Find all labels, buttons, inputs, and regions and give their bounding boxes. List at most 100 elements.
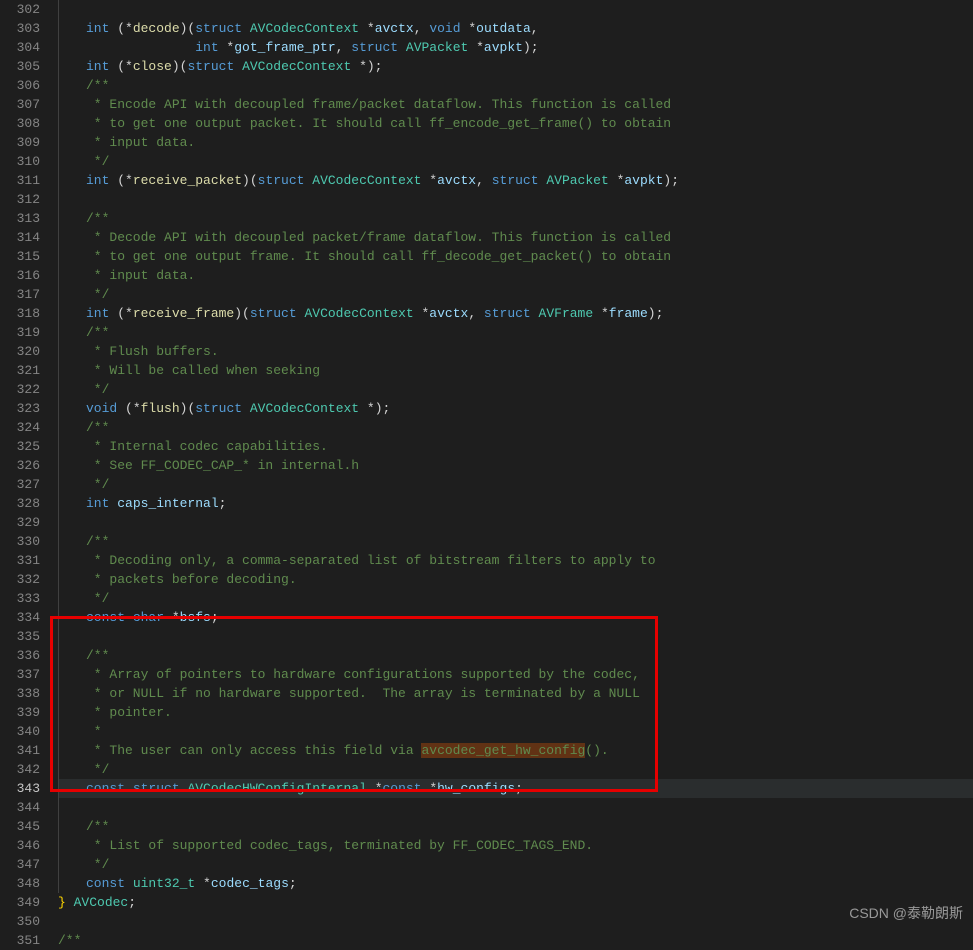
line-number: 304 [0, 38, 40, 57]
line-number: 311 [0, 171, 40, 190]
line-number: 329 [0, 513, 40, 532]
line-number: 327 [0, 475, 40, 494]
code-line[interactable]: * Decode API with decoupled packet/frame… [58, 228, 973, 247]
code-line[interactable]: * [58, 722, 973, 741]
line-number: 319 [0, 323, 40, 342]
code-line[interactable] [58, 798, 973, 817]
line-number: 321 [0, 361, 40, 380]
code-line[interactable]: * pointer. [58, 703, 973, 722]
line-number: 349 [0, 893, 40, 912]
code-line[interactable]: int (*decode)(struct AVCodecContext *avc… [58, 19, 973, 38]
code-line[interactable]: /** [58, 209, 973, 228]
code-line[interactable]: /** [58, 323, 973, 342]
code-line[interactable]: * or NULL if no hardware supported. The … [58, 684, 973, 703]
code-line[interactable]: int (*close)(struct AVCodecContext *); [58, 57, 973, 76]
line-number: 322 [0, 380, 40, 399]
line-number: 324 [0, 418, 40, 437]
code-area[interactable]: int (*decode)(struct AVCodecContext *avc… [58, 0, 973, 931]
line-number: 330 [0, 532, 40, 551]
code-line[interactable]: int *got_frame_ptr, struct AVPacket *avp… [58, 38, 973, 57]
line-number: 323 [0, 399, 40, 418]
code-line[interactable]: */ [58, 380, 973, 399]
code-line[interactable]: int (*receive_frame)(struct AVCodecConte… [58, 304, 973, 323]
line-number: 318 [0, 304, 40, 323]
line-number: 340 [0, 722, 40, 741]
code-line[interactable]: * The user can only access this field vi… [58, 741, 973, 760]
line-number: 320 [0, 342, 40, 361]
code-line[interactable]: */ [58, 855, 973, 874]
code-line[interactable] [58, 0, 973, 19]
code-line[interactable]: int (*receive_packet)(struct AVCodecCont… [58, 171, 973, 190]
line-number: 344 [0, 798, 40, 817]
code-line[interactable]: */ [58, 152, 973, 171]
code-line[interactable]: */ [58, 285, 973, 304]
line-number: 312 [0, 190, 40, 209]
line-number: 316 [0, 266, 40, 285]
code-line[interactable]: */ [58, 589, 973, 608]
code-line[interactable]: const struct AVCodecHWConfigInternal *co… [58, 779, 973, 798]
code-line[interactable]: * Flush buffers. [58, 342, 973, 361]
code-line[interactable]: * to get one output packet. It should ca… [58, 114, 973, 133]
code-line[interactable]: int caps_internal; [58, 494, 973, 513]
code-line[interactable]: */ [58, 475, 973, 494]
line-number: 310 [0, 152, 40, 171]
code-line[interactable]: /** [58, 76, 973, 95]
line-number: 309 [0, 133, 40, 152]
line-number: 351 [0, 931, 40, 950]
code-line[interactable] [58, 190, 973, 209]
line-number: 339 [0, 703, 40, 722]
code-line[interactable]: * Array of pointers to hardware configur… [58, 665, 973, 684]
code-line[interactable]: * List of supported codec_tags, terminat… [58, 836, 973, 855]
line-number: 314 [0, 228, 40, 247]
code-line[interactable]: * Internal codec capabilities. [58, 437, 973, 456]
line-number: 333 [0, 589, 40, 608]
line-number: 326 [0, 456, 40, 475]
line-number: 303 [0, 19, 40, 38]
line-number: 350 [0, 912, 40, 931]
code-line[interactable]: const char *bsfs; [58, 608, 973, 627]
code-line[interactable]: /** [58, 418, 973, 437]
line-number: 335 [0, 627, 40, 646]
code-line[interactable]: */ [58, 760, 973, 779]
line-number: 305 [0, 57, 40, 76]
line-number: 307 [0, 95, 40, 114]
code-line[interactable] [58, 627, 973, 646]
code-line[interactable]: } AVCodec; [58, 893, 973, 912]
line-number: 306 [0, 76, 40, 95]
code-line[interactable]: /** [58, 931, 973, 950]
code-line[interactable]: * to get one output frame. It should cal… [58, 247, 973, 266]
line-number: 317 [0, 285, 40, 304]
code-line[interactable]: * See FF_CODEC_CAP_* in internal.h [58, 456, 973, 475]
line-number: 336 [0, 646, 40, 665]
line-number: 308 [0, 114, 40, 133]
line-number: 325 [0, 437, 40, 456]
code-line[interactable]: * Decoding only, a comma-separated list … [58, 551, 973, 570]
line-number: 338 [0, 684, 40, 703]
code-line[interactable]: * input data. [58, 133, 973, 152]
line-number: 341 [0, 741, 40, 760]
line-number: 315 [0, 247, 40, 266]
code-line[interactable]: /** [58, 646, 973, 665]
code-editor[interactable]: 3023033043053063073083093103113123133143… [0, 0, 973, 931]
code-line[interactable]: /** [58, 532, 973, 551]
line-number: 332 [0, 570, 40, 589]
line-number: 302 [0, 0, 40, 19]
code-line[interactable]: * packets before decoding. [58, 570, 973, 589]
code-line[interactable]: * Encode API with decoupled frame/packet… [58, 95, 973, 114]
code-line[interactable]: * input data. [58, 266, 973, 285]
code-line[interactable]: void (*flush)(struct AVCodecContext *); [58, 399, 973, 418]
code-line[interactable]: /** [58, 817, 973, 836]
line-number: 334 [0, 608, 40, 627]
line-number: 313 [0, 209, 40, 228]
line-number: 331 [0, 551, 40, 570]
code-line[interactable] [58, 513, 973, 532]
line-number: 343 [0, 779, 40, 798]
line-number: 345 [0, 817, 40, 836]
code-line[interactable]: const uint32_t *codec_tags; [58, 874, 973, 893]
line-number: 348 [0, 874, 40, 893]
line-number: 346 [0, 836, 40, 855]
code-line[interactable] [58, 912, 973, 931]
line-number: 328 [0, 494, 40, 513]
watermark: CSDN @泰勒朗斯 [849, 903, 963, 923]
code-line[interactable]: * Will be called when seeking [58, 361, 973, 380]
